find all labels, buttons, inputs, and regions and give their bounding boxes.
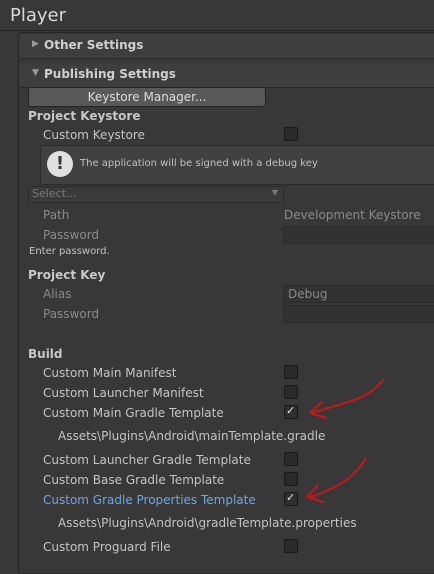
custom-base-gradle-template-checkbox[interactable] xyxy=(284,472,298,486)
key-password-field[interactable] xyxy=(283,305,434,323)
custom-proguard-file-checkbox[interactable] xyxy=(284,539,298,553)
gradle-template-path: Assets\Plugins\Android\gradleTemplate.pr… xyxy=(58,516,357,530)
key-password-label: Password xyxy=(43,307,100,321)
path-value: Development Keystore xyxy=(284,208,421,222)
custom-main-gradle-template-label: Custom Main Gradle Template xyxy=(43,406,224,420)
publishing-settings-label: Publishing Settings xyxy=(44,67,176,81)
custom-launcher-gradle-template-label: Custom Launcher Gradle Template xyxy=(43,453,251,467)
dropdown-value: Select... xyxy=(32,187,77,200)
enter-password-hint: Enter password. xyxy=(29,246,110,257)
project-keystore-heading: Project Keystore xyxy=(28,109,141,123)
custom-launcher-gradle-template-checkbox[interactable] xyxy=(284,452,298,466)
path-label: Path xyxy=(43,208,70,222)
info-icon: ! xyxy=(47,151,73,177)
custom-gradle-properties-template-label: Custom Gradle Properties Template xyxy=(43,493,256,507)
title-divider xyxy=(0,30,434,31)
alias-label: Alias xyxy=(43,287,72,301)
other-settings-label: Other Settings xyxy=(44,38,144,52)
keystore-manager-button[interactable]: Keystore Manager... xyxy=(28,87,266,107)
custom-launcher-manifest-label: Custom Launcher Manifest xyxy=(43,386,204,400)
alias-dropdown[interactable]: Debug xyxy=(283,285,434,303)
expanded-triangle-icon: ▼ xyxy=(32,68,39,78)
custom-gradle-properties-template-checkbox[interactable] xyxy=(284,491,298,506)
custom-base-gradle-template-label: Custom Base Gradle Template xyxy=(43,473,225,487)
custom-keystore-checkbox[interactable] xyxy=(284,127,298,141)
dropdown-arrow-icon: ▼ xyxy=(271,188,278,197)
build-heading: Build xyxy=(28,347,63,361)
custom-main-gradle-template-checkbox[interactable] xyxy=(284,404,298,419)
project-key-heading: Project Key xyxy=(28,268,106,282)
help-text: The application will be signed with a de… xyxy=(80,158,318,169)
custom-proguard-file-label: Custom Proguard File xyxy=(43,540,171,554)
custom-main-manifest-checkbox[interactable] xyxy=(284,365,298,379)
other-settings-foldout[interactable]: ▶ Other Settings xyxy=(20,34,434,59)
inspector-title: Player xyxy=(10,5,67,26)
publishing-settings-foldout[interactable]: ▼ Publishing Settings xyxy=(20,63,434,88)
keystore-select-dropdown[interactable]: Select... ▼ xyxy=(28,186,284,203)
custom-launcher-manifest-checkbox[interactable] xyxy=(284,385,298,399)
keystore-password-label: Password xyxy=(43,228,100,242)
collapsed-triangle-icon: ▶ xyxy=(32,39,39,49)
custom-keystore-label: Custom Keystore xyxy=(43,128,145,142)
main-template-path: Assets\Plugins\Android\mainTemplate.grad… xyxy=(58,429,326,443)
keystore-password-field[interactable] xyxy=(283,226,434,244)
custom-main-manifest-label: Custom Main Manifest xyxy=(43,366,177,380)
